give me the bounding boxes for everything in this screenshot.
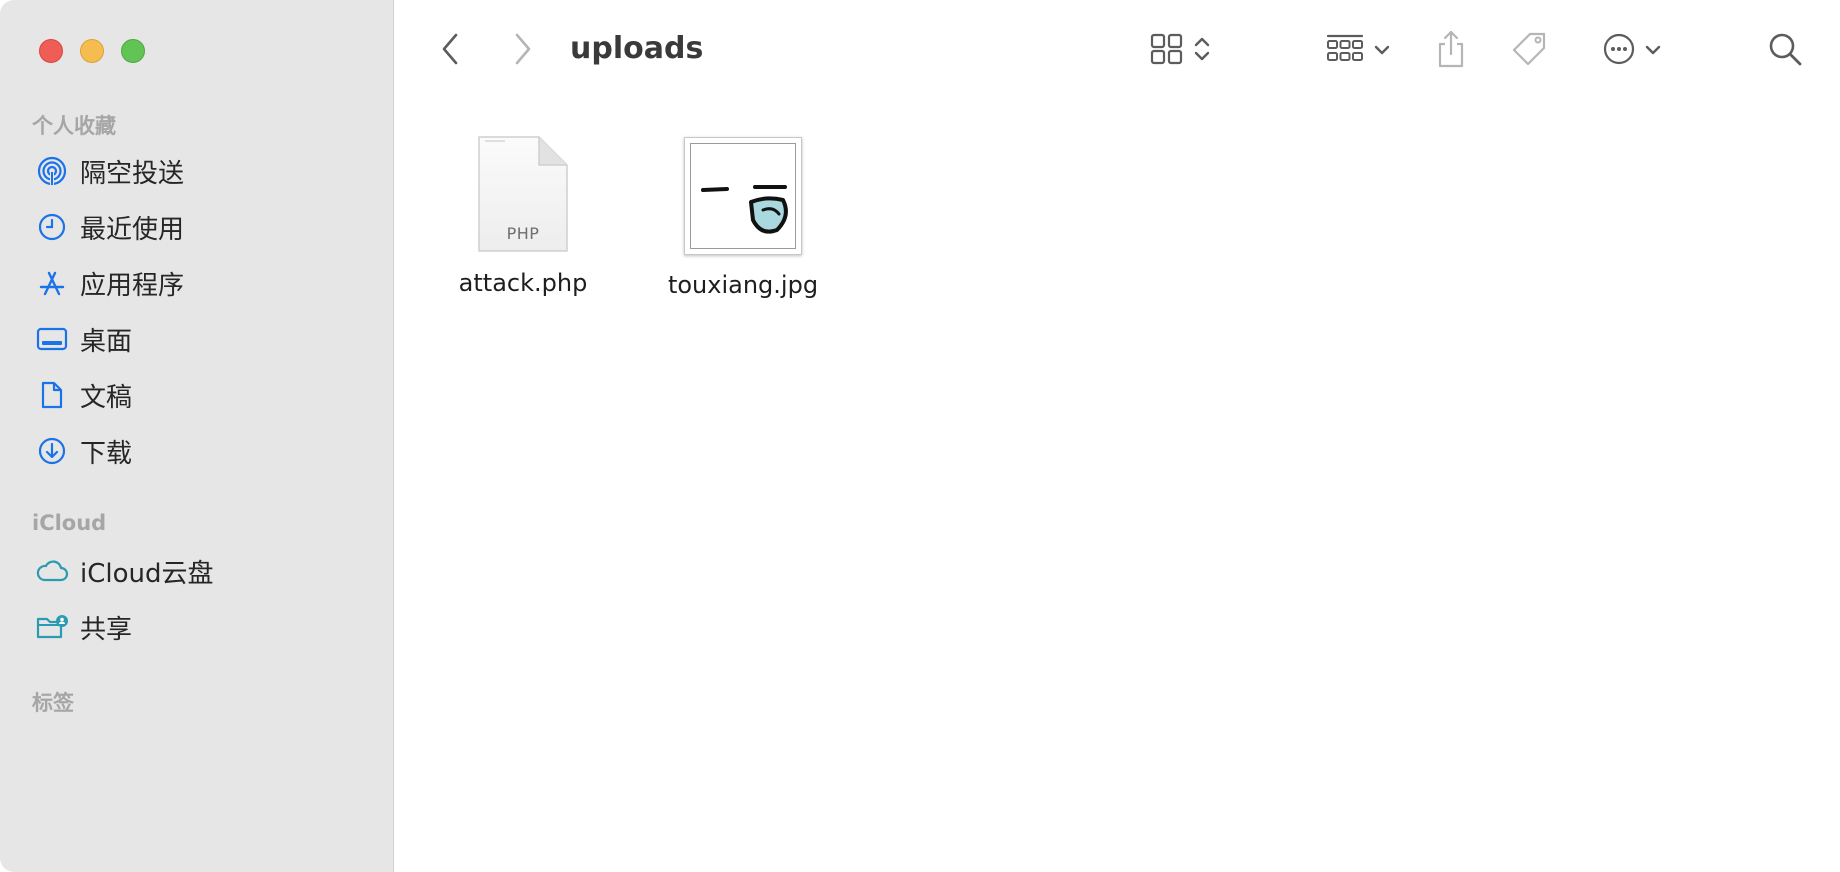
section-header-favorites: 个人收藏 <box>32 114 116 138</box>
share-button[interactable] <box>1430 28 1472 74</box>
sidebar-item-desktop[interactable]: 桌面 <box>24 315 374 363</box>
sidebar-item-label: iCloud云盘 <box>80 558 214 589</box>
sidebar-item-airdrop[interactable]: 隔空投送 <box>24 147 374 195</box>
window-title: uploads <box>570 31 704 66</box>
file-type-label: PHP <box>506 224 540 243</box>
section-header-icloud: iCloud <box>32 511 107 535</box>
chevron-right-icon <box>513 32 533 70</box>
document-icon <box>24 371 80 419</box>
chevron-left-icon <box>440 32 460 70</box>
sidebar-item-label: 下载 <box>80 438 133 469</box>
sidebar-item-downloads[interactable]: 下载 <box>24 427 374 475</box>
file-name: attack.php <box>458 269 588 297</box>
sidebar-item-label: 最近使用 <box>80 214 185 245</box>
group-button[interactable] <box>1318 30 1398 72</box>
search-button[interactable] <box>1764 30 1806 72</box>
group-icon <box>1325 32 1365 70</box>
sidebar: 个人收藏 隔空投送 最近使用 应用程序 桌面 文稿 下载 iCloud iClo… <box>0 0 394 872</box>
search-icon <box>1767 31 1803 71</box>
cloud-icon <box>24 547 80 595</box>
file-item[interactable]: touxiang.jpg <box>653 137 833 299</box>
thumbnail-drawing <box>701 185 788 234</box>
desktop-icon <box>24 315 80 363</box>
updown-chevron-icon <box>1193 34 1211 68</box>
maximize-button[interactable] <box>121 39 145 63</box>
sidebar-item-label: 桌面 <box>80 326 133 357</box>
chevron-down-icon <box>1373 42 1391 61</box>
back-button[interactable] <box>432 30 468 72</box>
grid-view-icon <box>1149 32 1185 70</box>
php-file-icon: PHP <box>477 135 569 253</box>
download-icon <box>24 427 80 475</box>
close-button[interactable] <box>39 39 63 63</box>
clock-icon <box>24 203 80 251</box>
sidebar-item-documents[interactable]: 文稿 <box>24 371 374 419</box>
file-item[interactable]: PHP attack.php <box>433 135 613 297</box>
forward-button[interactable] <box>505 30 541 72</box>
share-icon <box>1435 29 1467 73</box>
minimize-button[interactable] <box>80 39 104 63</box>
file-name: touxiang.jpg <box>667 271 819 299</box>
more-icon <box>1602 32 1636 70</box>
sidebar-item-applications[interactable]: 应用程序 <box>24 259 374 307</box>
tag-icon <box>1510 30 1548 72</box>
sidebar-item-recents[interactable]: 最近使用 <box>24 203 374 251</box>
view-mode-button[interactable] <box>1140 30 1220 72</box>
shared-folder-icon <box>24 603 80 651</box>
sidebar-item-label: 应用程序 <box>80 270 185 301</box>
finder-window: 个人收藏 隔空投送 最近使用 应用程序 桌面 文稿 下载 iCloud iClo… <box>0 0 1840 872</box>
sidebar-item-shared[interactable]: 共享 <box>24 603 374 651</box>
applications-icon <box>24 259 80 307</box>
sidebar-item-icloud-drive[interactable]: iCloud云盘 <box>24 547 374 595</box>
image-thumbnail <box>684 137 802 255</box>
sidebar-item-label: 共享 <box>80 614 133 645</box>
section-header-tags: 标签 <box>32 691 74 715</box>
tag-button[interactable] <box>1508 30 1550 72</box>
more-actions-button[interactable] <box>1592 30 1672 72</box>
airdrop-icon <box>24 147 80 195</box>
sidebar-item-label: 文稿 <box>80 382 133 413</box>
chevron-down-icon <box>1644 42 1662 61</box>
sidebar-item-label: 隔空投送 <box>80 158 185 189</box>
